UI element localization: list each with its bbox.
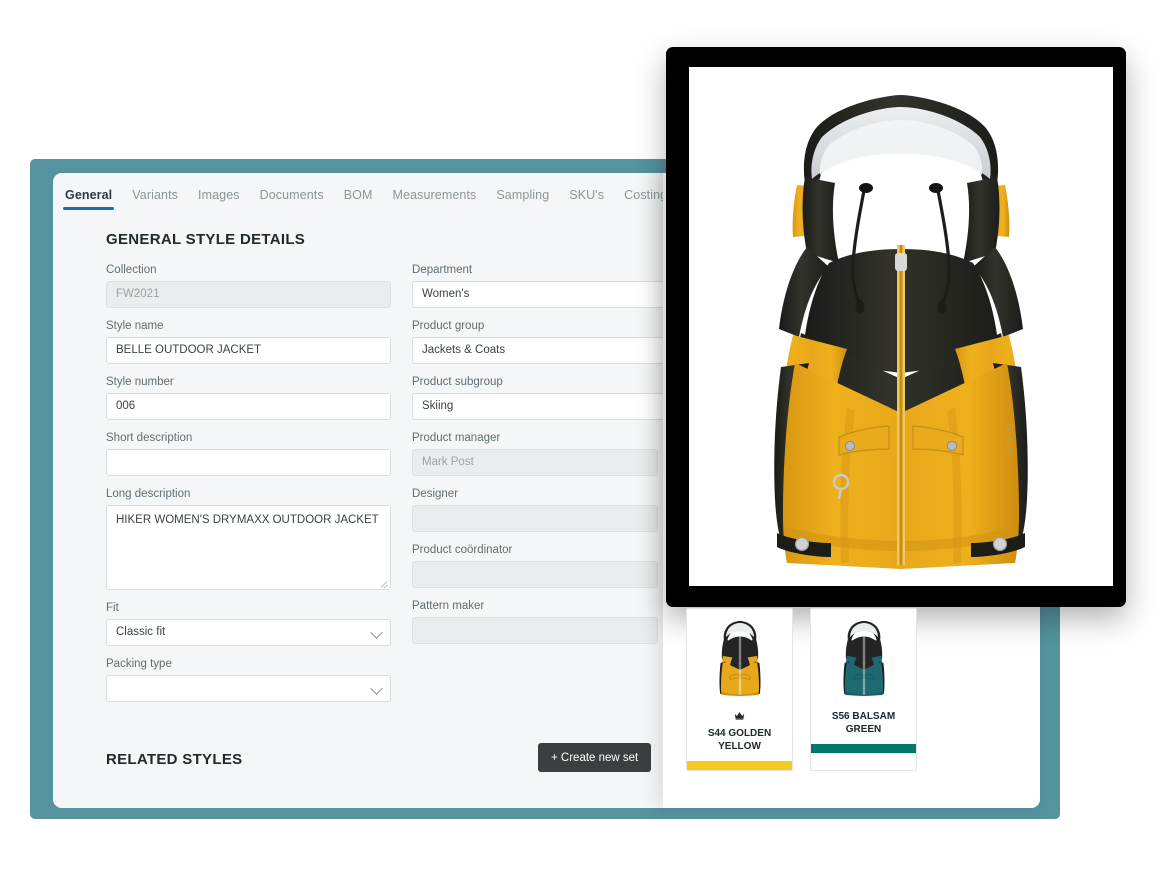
- product-coordinator-row: [412, 561, 697, 588]
- form-column-left: Collection FW2021 Style name BELLE OUTDO…: [106, 263, 391, 713]
- jacket-thumb-icon: [718, 620, 761, 696]
- label-short-description: Short description: [106, 432, 193, 444]
- short-description-input[interactable]: [106, 449, 391, 476]
- page-title: GENERAL STYLE DETAILS: [106, 231, 306, 248]
- tab-documents[interactable]: Documents: [250, 188, 334, 210]
- department-select[interactable]: Women's: [412, 281, 697, 308]
- field-collection: Collection FW2021: [106, 263, 391, 308]
- variant-card[interactable]: S44 GOLDEN YELLOW: [686, 608, 793, 771]
- variant-thumbnail: [687, 609, 792, 704]
- long-description-textarea[interactable]: HIKER WOMEN'S DRYMAXX OUTDOOR JACKET: [106, 505, 391, 590]
- variant-card-list: S44 GOLDEN YELLOW S56 BALSAM GREEN: [686, 608, 917, 771]
- collection-input[interactable]: FW2021: [106, 281, 391, 308]
- field-short-description: Short description: [106, 431, 391, 476]
- product-group-select[interactable]: Jackets & Coats: [412, 337, 697, 364]
- label-collection: Collection: [106, 264, 157, 276]
- field-department: Department Women's: [412, 263, 697, 308]
- jacket-thumb-icon: [842, 620, 885, 696]
- field-product-subgroup: Product subgroup Skiing: [412, 375, 697, 420]
- packing-type-select-value: [106, 675, 391, 702]
- product-manager-input[interactable]: Mark Post: [412, 449, 658, 476]
- tab-bom[interactable]: BOM: [334, 188, 383, 210]
- label-product-coordinator: Product coördinator: [412, 544, 513, 556]
- label-style-number: Style number: [106, 376, 174, 388]
- tab-variants[interactable]: Variants: [122, 188, 188, 210]
- label-designer: Designer: [412, 488, 459, 500]
- form-column-right: Department Women's Product group Jackets…: [412, 263, 697, 655]
- field-pattern-maker: Pattern maker: [412, 599, 697, 644]
- related-styles-title: RELATED STYLES: [106, 751, 243, 768]
- label-long-description: Long description: [106, 488, 191, 500]
- tab-measurements[interactable]: Measurements: [383, 188, 487, 210]
- tab-sku-s[interactable]: SKU's: [559, 188, 614, 210]
- designer-row: [412, 505, 697, 532]
- label-fit: Fit: [106, 602, 119, 614]
- field-product-coordinator: Product coördinator: [412, 543, 697, 588]
- tab-general[interactable]: General: [55, 188, 122, 210]
- field-fit: Fit Classic fit: [106, 601, 391, 646]
- long-description-value: HIKER WOMEN'S DRYMAXX OUTDOOR JACKET: [116, 514, 379, 526]
- field-style-number: Style number 006: [106, 375, 391, 420]
- label-product-manager: Product manager: [412, 432, 501, 444]
- fit-select-value: Classic fit: [106, 619, 391, 646]
- pattern-maker-row: [412, 617, 697, 644]
- style-name-input[interactable]: BELLE OUTDOOR JACKET: [106, 337, 391, 364]
- product-manager-row: Mark Post: [412, 449, 697, 476]
- svg-text:DryMaxx: DryMaxx: [1005, 423, 1015, 459]
- field-designer: Designer: [412, 487, 697, 532]
- pattern-maker-input[interactable]: [412, 617, 658, 644]
- tab-images[interactable]: Images: [188, 188, 250, 210]
- label-department: Department: [412, 264, 473, 276]
- product-coordinator-input[interactable]: [412, 561, 658, 588]
- field-packing-type: Packing type: [106, 657, 391, 702]
- label-product-subgroup: Product subgroup: [412, 376, 503, 388]
- variant-card[interactable]: S56 BALSAM GREEN: [810, 608, 917, 771]
- label-product-group: Product group: [412, 320, 485, 332]
- field-product-manager: Product manager Mark Post: [412, 431, 697, 476]
- product-subgroup-select-value: Skiing: [412, 393, 697, 420]
- hero-photo: DryMaxx: [689, 67, 1113, 586]
- designer-input[interactable]: [412, 505, 658, 532]
- fit-select[interactable]: Classic fit: [106, 619, 391, 646]
- hero-photo-frame: DryMaxx: [666, 47, 1126, 607]
- style-number-input[interactable]: 006: [106, 393, 391, 420]
- packing-type-select[interactable]: [106, 675, 391, 702]
- tab-sampling[interactable]: Sampling: [486, 188, 559, 210]
- crown-icon: [734, 711, 745, 724]
- variant-name-label: S44 GOLDEN YELLOW: [707, 728, 772, 752]
- label-style-name: Style name: [106, 320, 164, 332]
- label-packing-type: Packing type: [106, 658, 172, 670]
- department-select-value: Women's: [412, 281, 697, 308]
- field-style-name: Style name BELLE OUTDOOR JACKET: [106, 319, 391, 364]
- variant-color-bar: [811, 744, 916, 753]
- create-new-set-button[interactable]: + Create new set: [538, 743, 652, 772]
- product-subgroup-select[interactable]: Skiing: [412, 393, 697, 420]
- field-product-group: Product group Jackets & Coats: [412, 319, 697, 364]
- variant-name: S44 GOLDEN YELLOW: [687, 704, 792, 761]
- variant-name-label: S56 BALSAM GREEN: [831, 711, 896, 735]
- variant-color-bar: [687, 761, 792, 770]
- field-long-description: Long description HIKER WOMEN'S DRYMAXX O…: [106, 487, 391, 590]
- product-group-select-value: Jackets & Coats: [412, 337, 697, 364]
- jacket-illustration: DryMaxx: [774, 95, 1028, 569]
- screen-root: General Variants Images Documents BOM Measure…: [0, 0, 1160, 870]
- label-pattern-maker: Pattern maker: [412, 600, 485, 612]
- resize-handle-icon[interactable]: [379, 578, 388, 587]
- variant-thumbnail: [811, 609, 916, 704]
- variant-name: S56 BALSAM GREEN: [811, 704, 916, 744]
